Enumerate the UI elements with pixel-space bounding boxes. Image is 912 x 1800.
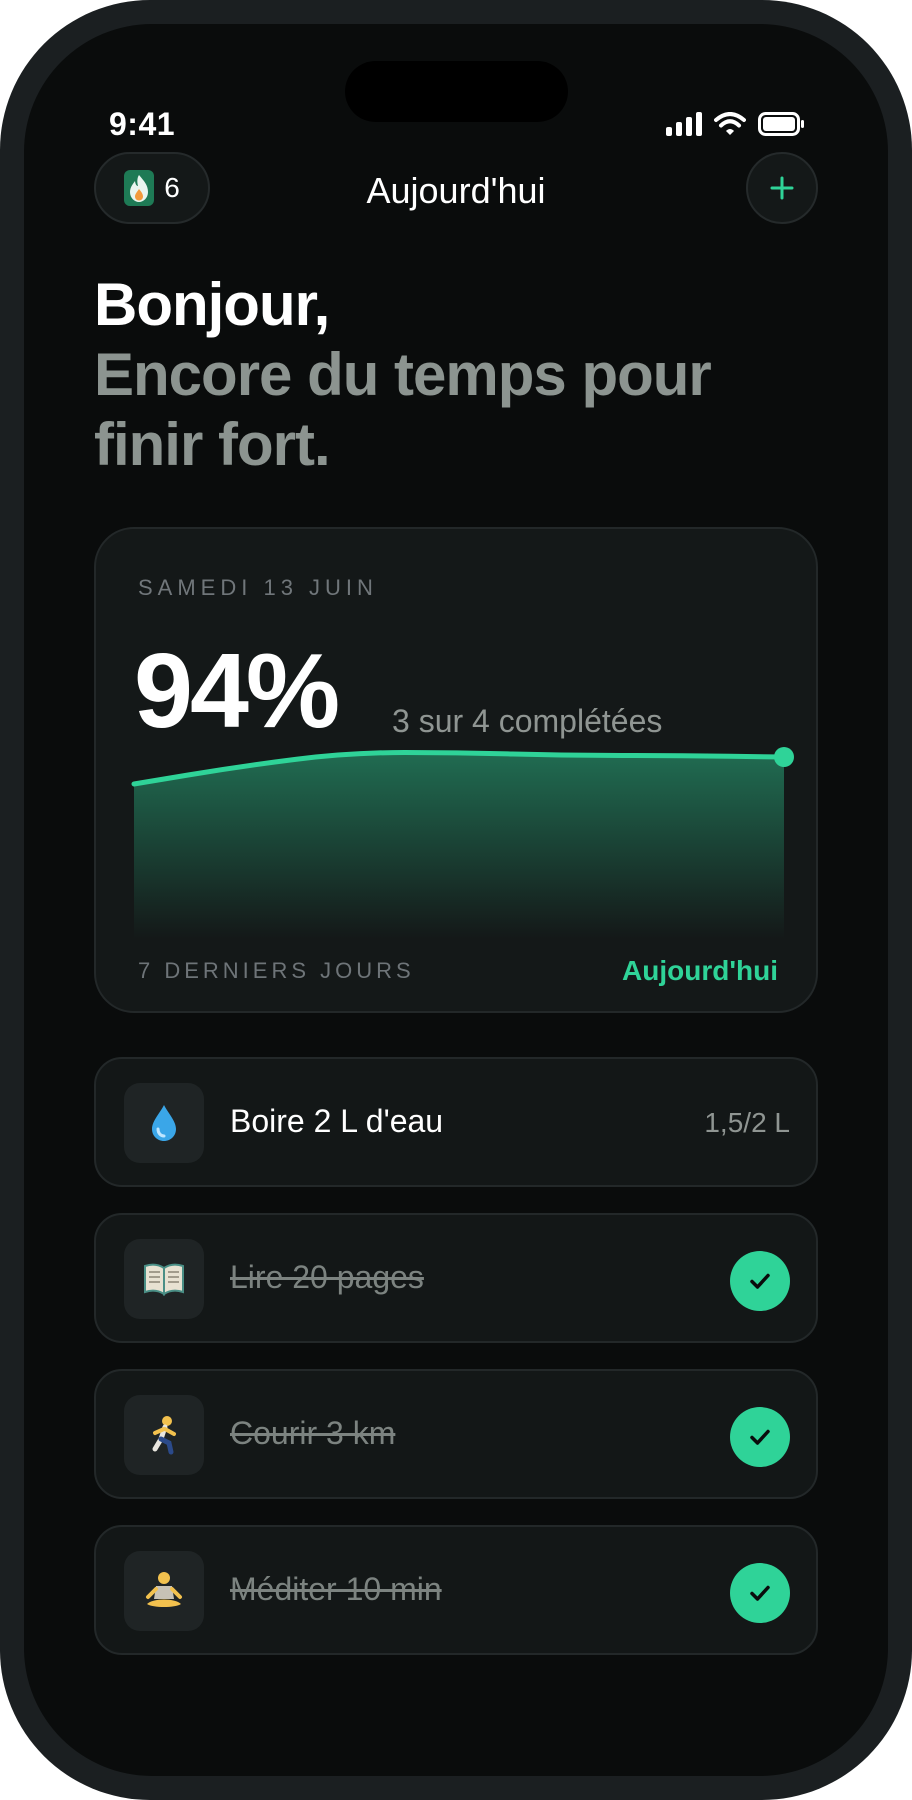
chart-area <box>134 752 784 939</box>
phone-frame: 9:41 6 Aujourd'hui Bonjour, Encore du te… <box>0 0 912 1800</box>
greeting-title: Bonjour, <box>94 271 330 338</box>
habit-item-meditation[interactable]: Méditer 10 min <box>94 1525 818 1655</box>
habit-icon-tile <box>124 1395 204 1475</box>
status-icons <box>666 112 806 136</box>
check-icon <box>750 1273 770 1289</box>
screen: 9:41 6 Aujourd'hui Bonjour, Encore du te… <box>24 24 888 1776</box>
wifi-icon <box>714 112 746 136</box>
habit-label: Lire 20 pages <box>230 1259 424 1295</box>
habit-icon-tile <box>124 1551 204 1631</box>
chart-today-label: Aujourd'hui <box>622 955 778 986</box>
runner-icon <box>152 1416 176 1455</box>
habit-label: Méditer 10 min <box>230 1571 442 1607</box>
book-icon <box>144 1263 184 1296</box>
chart-today-dot <box>774 747 794 767</box>
habit-item-water[interactable]: Boire 2 L d'eau 1,5/2 L <box>94 1057 818 1187</box>
water-drop-icon <box>152 1105 176 1141</box>
check-button[interactable] <box>730 1563 790 1623</box>
habit-icon-tile <box>124 1083 204 1163</box>
chart-range-label: 7 DERNIERS JOURS <box>138 958 415 983</box>
add-button[interactable] <box>746 152 818 224</box>
habit-label: Courir 3 km <box>230 1415 396 1451</box>
greeting-subtitle: Encore du temps pour finir fort. <box>94 341 712 478</box>
check-icon <box>750 1429 770 1445</box>
summary-card: SAMEDI 13 JUIN 94% 3 sur 4 complétées 7 … <box>94 527 818 1013</box>
habit-label: Boire 2 L d'eau <box>230 1103 444 1139</box>
dynamic-island <box>345 61 568 122</box>
check-button[interactable] <box>730 1407 790 1467</box>
habit-icon-tile <box>124 1239 204 1319</box>
battery-icon <box>758 112 806 136</box>
habit-progress: 1,5/2 L <box>704 1107 790 1138</box>
plus-icon <box>770 176 794 200</box>
check-button[interactable] <box>730 1251 790 1311</box>
check-icon <box>750 1585 770 1601</box>
status-time: 9:41 <box>109 106 176 142</box>
habit-item-running[interactable]: Courir 3 km <box>94 1369 818 1499</box>
habit-item-reading[interactable]: Lire 20 pages <box>94 1213 818 1343</box>
trend-chart <box>131 747 794 939</box>
signal-icon <box>666 112 702 136</box>
meditation-icon <box>146 1572 182 1607</box>
